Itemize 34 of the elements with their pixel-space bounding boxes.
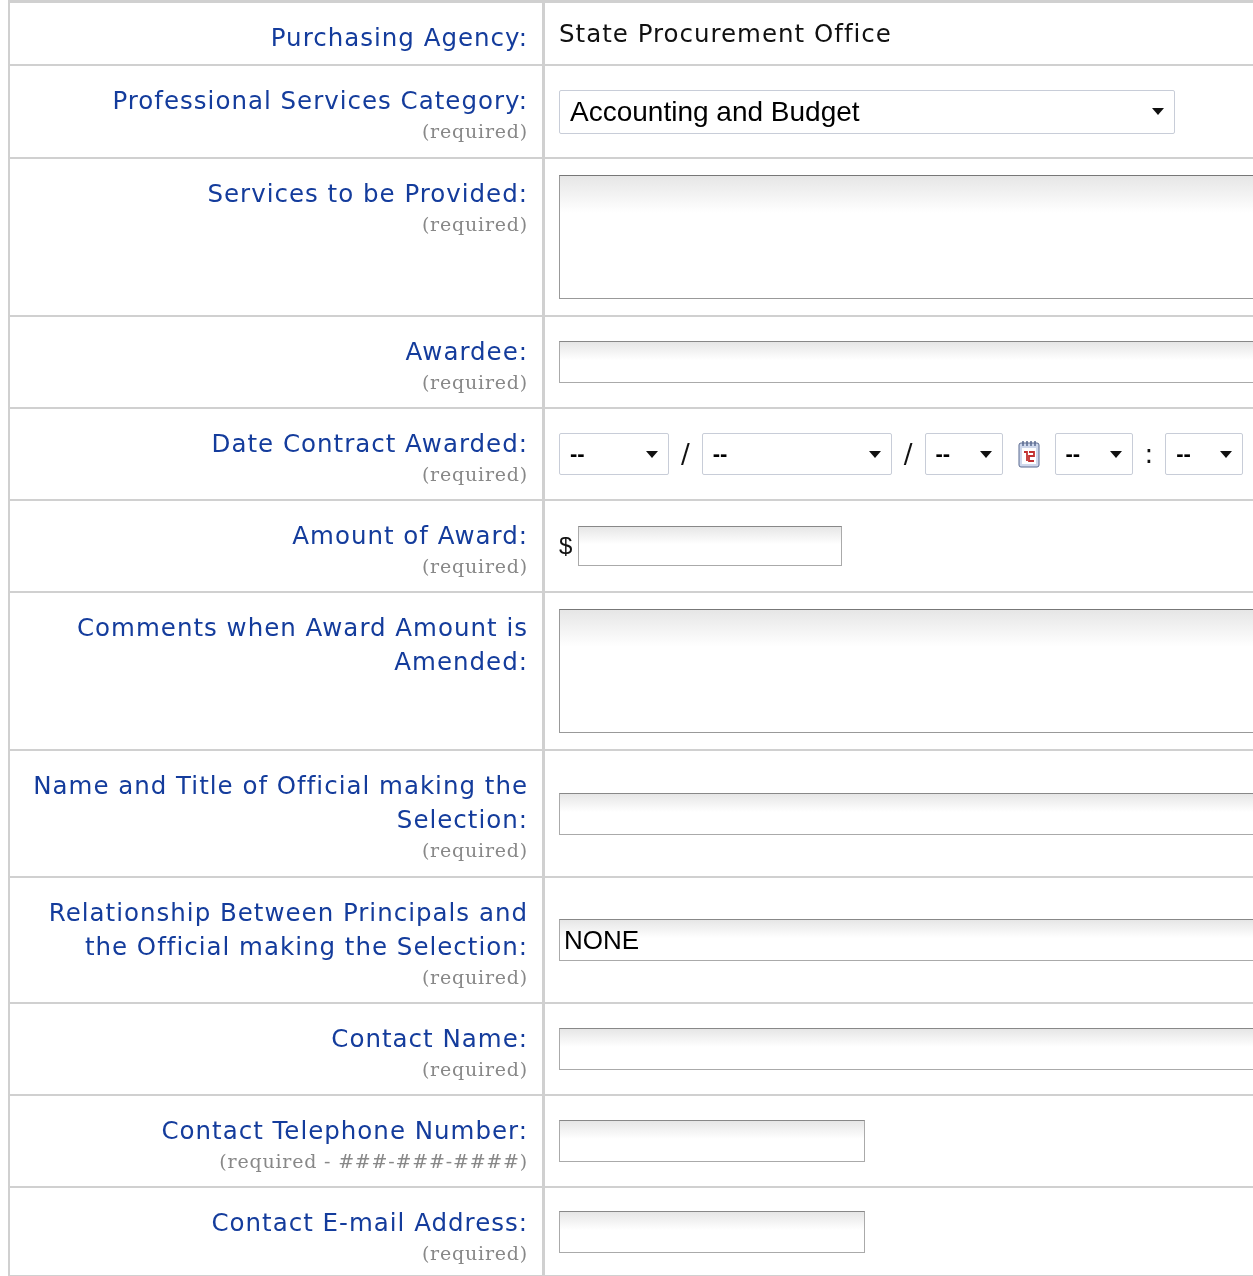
required-note: (required) xyxy=(421,119,528,144)
required-note: (required) xyxy=(421,370,528,395)
field-label: Services to be Provided: xyxy=(207,178,528,210)
field-label: Purchasing Agency: xyxy=(270,22,528,54)
field-label: Contact Name: xyxy=(331,1023,528,1055)
required-note: (required) xyxy=(421,838,528,863)
dropdown[interactable]: -- xyxy=(1054,433,1133,475)
dropdown[interactable]: -- xyxy=(701,433,892,475)
required-note: (required) xyxy=(421,554,528,579)
field-label: Contact Telephone Number: xyxy=(161,1115,528,1147)
dropdown[interactable]: Accounting and Budget xyxy=(559,89,1175,134)
separator: / xyxy=(681,439,690,469)
dropdown[interactable]: -- xyxy=(559,433,669,475)
field-label: Relationship Between Principals and the Official making the Selection: xyxy=(47,897,528,963)
field-label: Professional Services Category: xyxy=(112,85,528,117)
dropdown[interactable]: -- xyxy=(924,433,1003,475)
field-label: Awardee: xyxy=(405,336,528,368)
required-note: (required - ###-###-####) xyxy=(219,1149,528,1174)
separator: : xyxy=(1144,439,1154,469)
field-value: State Procurement Office xyxy=(559,19,892,48)
separator: / xyxy=(903,439,913,469)
required-note: (required) xyxy=(421,1057,528,1082)
required-note: (required) xyxy=(421,462,528,487)
field-label: Name and Title of Official making the Selection: xyxy=(32,770,528,836)
field-label: Comments when Award Amount is Amended: xyxy=(76,612,528,678)
required-note: (required) xyxy=(421,965,528,990)
required-note: (required) xyxy=(421,1241,528,1266)
field-label: Date Contract Awarded: xyxy=(211,428,528,460)
dropdown[interactable]: -- xyxy=(1165,433,1244,475)
currency-sign: $ xyxy=(559,532,573,560)
field-label: Contact E-mail Address: xyxy=(211,1207,528,1239)
input-field[interactable]: NONE xyxy=(559,919,1253,961)
field-label: Amount of Award: xyxy=(292,520,528,552)
required-note: (required) xyxy=(421,212,528,237)
